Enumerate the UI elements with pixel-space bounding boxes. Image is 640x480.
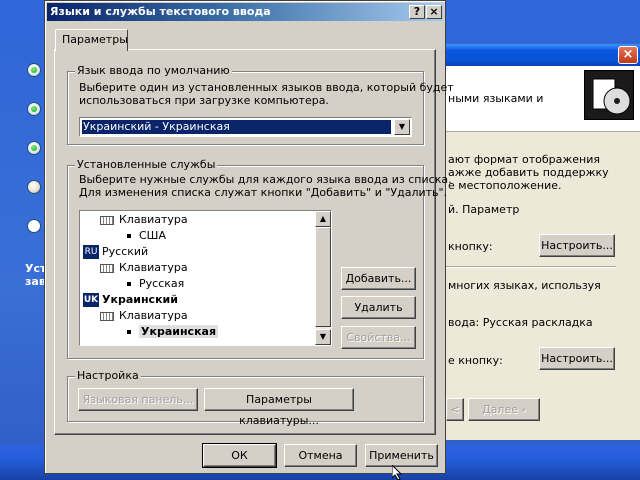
- wizard-step-radio-3: [27, 141, 41, 155]
- properties-button[interactable]: Свойства...: [341, 326, 416, 349]
- apply-button[interactable]: Применить: [365, 444, 438, 467]
- scroll-thumb[interactable]: [315, 227, 331, 327]
- keyboard-settings-button[interactable]: Параметры клавиатуры...: [204, 388, 354, 427]
- bullet-icon: [127, 330, 131, 334]
- cancel-button[interactable]: Отмена: [284, 444, 357, 467]
- tree-item-keyboard[interactable]: Клавиатура: [100, 212, 188, 228]
- wizard-step-radio-2: [27, 102, 41, 116]
- background-next-button[interactable]: Далее ›: [468, 398, 540, 421]
- wizard-step-radio-4: [27, 180, 41, 194]
- bullet-icon: [127, 234, 131, 238]
- background-settings-button-1[interactable]: Настроить...: [539, 234, 615, 257]
- tree-item-keyboard[interactable]: Клавиатура: [100, 260, 188, 276]
- background-divider: [446, 266, 616, 268]
- background-param-line: й. Параметр: [448, 203, 520, 216]
- tree-item-layout[interactable]: США: [127, 228, 166, 244]
- background-settings-button-2[interactable]: Настроить...: [539, 347, 615, 370]
- scroll-down-icon[interactable]: ▼: [315, 329, 331, 345]
- globe-cd-icon: [584, 70, 634, 120]
- background-input-line: вода: Русская раскладка: [448, 316, 593, 329]
- background-para2: многих языках, используя: [448, 279, 601, 292]
- mouse-cursor-icon: [392, 465, 403, 480]
- tree-item-layout[interactable]: Русская: [127, 276, 184, 292]
- wizard-step-radio-5: [27, 219, 41, 233]
- help-title-button[interactable]: ?: [409, 5, 425, 19]
- background-close-icon[interactable]: ×: [618, 46, 638, 64]
- keyboard-icon: [100, 263, 114, 273]
- language-badge-icon: UK: [83, 293, 99, 307]
- language-badge-icon: RU: [83, 245, 99, 259]
- tab-parameters[interactable]: Параметры: [55, 29, 128, 51]
- settings-group-label: Настройка: [75, 369, 141, 382]
- dialog-title: Языки и службы текстового ввода: [50, 5, 271, 18]
- keyboard-icon: [100, 311, 114, 321]
- wizard-step-radio-1: [27, 63, 41, 77]
- keyboard-icon: [100, 215, 114, 225]
- services-tree[interactable]: Клавиатура США RU Русский Клавиатура Русс…: [79, 210, 332, 346]
- installed-services-desc: Выберите нужные службы для каждого языка…: [79, 173, 452, 199]
- close-title-button[interactable]: ×: [426, 5, 442, 19]
- dropdown-arrow-icon[interactable]: ▼: [394, 119, 410, 135]
- scroll-up-icon[interactable]: ▲: [315, 211, 331, 227]
- ok-button[interactable]: ОК: [202, 443, 277, 468]
- background-para1: ают формат отображения ажже добавить под…: [448, 153, 609, 192]
- add-button[interactable]: Добавить...: [341, 267, 416, 290]
- background-button-line: кнопку:: [448, 240, 493, 253]
- language-bar-button[interactable]: Языковая панель...: [78, 388, 198, 411]
- tree-item-keyboard[interactable]: Клавиатура: [100, 308, 188, 324]
- tree-scrollbar[interactable]: ▲ ▼: [315, 211, 331, 345]
- default-language-select[interactable]: Украинский - Украинская ▼: [79, 117, 412, 137]
- default-language-value: Украинский - Украинская: [82, 120, 391, 134]
- default-language-group-label: Язык ввода по умолчанию: [75, 64, 232, 77]
- tree-item-language[interactable]: RU Русский: [83, 244, 148, 260]
- background-dialog-titlebar: [443, 44, 640, 66]
- background-back-button[interactable]: <: [446, 398, 464, 421]
- bullet-icon: [127, 282, 131, 286]
- installed-services-group-label: Установленные службы: [75, 158, 218, 171]
- remove-button[interactable]: Удалить: [341, 296, 416, 319]
- default-language-desc: Выберите один из установленных языков вв…: [79, 81, 454, 107]
- background-header-text: ными языками и: [448, 92, 544, 105]
- tree-item-language[interactable]: UK Украинский: [83, 292, 178, 308]
- background-button-line-2: е кнопку:: [448, 354, 503, 367]
- tree-item-layout-selected[interactable]: Украинская: [127, 324, 219, 340]
